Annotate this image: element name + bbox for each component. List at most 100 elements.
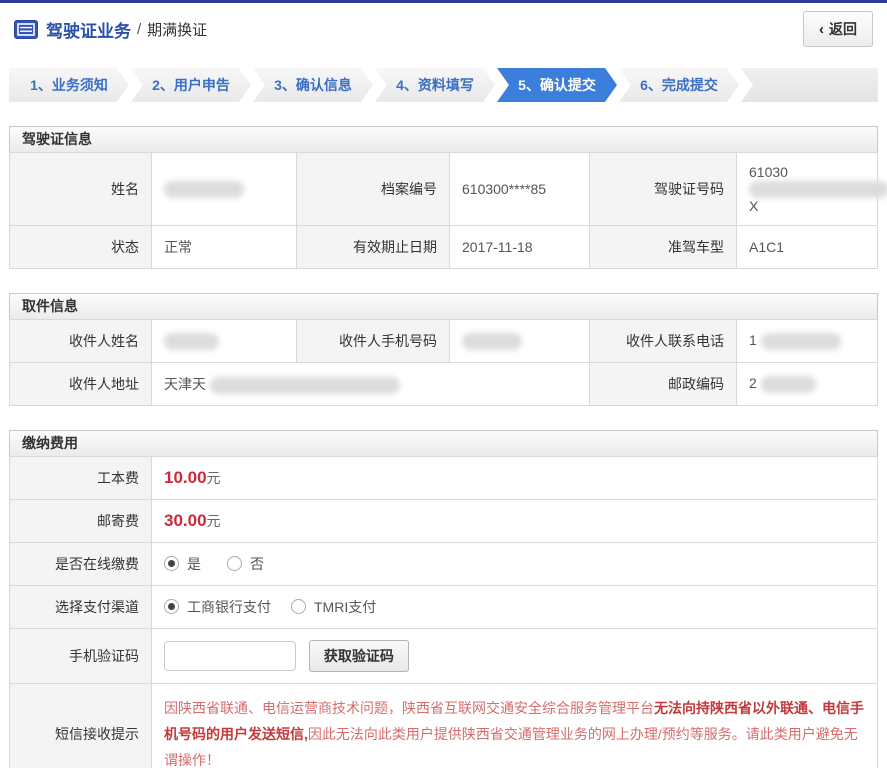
- fees-section-title: 缴纳费用: [9, 429, 878, 456]
- recipient-name-value: [151, 318, 297, 363]
- recipient-address-visible-prefix: 天津天: [164, 375, 206, 392]
- radio-label[interactable]: 工商银行支付: [187, 597, 271, 617]
- redacted-blur: [462, 332, 522, 350]
- notice-part-1: 因陕西省联通、电信运营商技术问题，陕西省互联网交通安全综合服务管理平台: [164, 699, 654, 716]
- fees-section: 缴纳费用 工本费 10.00元 邮寄费 30.00元 是否在线缴费 是 否 选择…: [9, 429, 878, 768]
- recipient-address-value: 天津天: [151, 361, 590, 406]
- sms-code-label: 手机验证码: [9, 627, 152, 684]
- redacted-blur: [760, 375, 816, 393]
- sms-notice-text: 因陕西省联通、电信运营商技术问题，陕西省互联网交通安全综合服务管理平台无法向持陕…: [151, 682, 878, 768]
- name-label: 姓名: [9, 152, 152, 226]
- table-row: 收件人姓名 收件人手机号码 收件人联系电话 1: [9, 318, 878, 363]
- pickup-info-table: 收件人姓名 收件人手机号码 收件人联系电话 1 收件人地址 天津天 邮政编码 2: [9, 318, 878, 406]
- online-payment-options: 是 否: [151, 541, 878, 586]
- license-number-label: 驾驶证号码: [589, 152, 737, 226]
- sms-code-row: 获取验证码: [151, 627, 878, 684]
- table-row: 邮寄费 30.00元: [9, 498, 878, 543]
- table-row: 是否在线缴费 是 否: [9, 541, 878, 586]
- expiry-date-label: 有效期止日期: [296, 224, 450, 269]
- production-fee-label: 工本费: [9, 455, 152, 500]
- status-value: 正常: [151, 224, 297, 269]
- postal-code-value: 2: [736, 361, 878, 406]
- page-header: 驾驶证业务 / 期满换证 ‹ 返回: [0, 3, 887, 55]
- sms-notice-label: 短信接收提示: [9, 682, 152, 768]
- vehicle-class-label: 准驾车型: [589, 224, 737, 269]
- breadcrumb-divider: /: [137, 20, 142, 38]
- redacted-blur: [164, 332, 219, 350]
- postal-code-visible-prefix: 2: [749, 374, 757, 391]
- get-sms-code-button[interactable]: 获取验证码: [308, 639, 409, 672]
- production-fee-amount: 10.00: [164, 467, 207, 487]
- recipient-mobile-value: [449, 318, 590, 363]
- table-row: 状态 正常 有效期止日期 2017-11-18 准驾车型 A1C1: [9, 224, 878, 269]
- license-number-visible-suffix: X: [749, 197, 759, 214]
- license-number-value: 61030 X: [736, 152, 887, 226]
- list-icon: [14, 19, 38, 39]
- name-value: [151, 152, 297, 226]
- postal-code-label: 邮政编码: [589, 361, 737, 406]
- radio-channel-tmri[interactable]: TMRI支付: [291, 597, 376, 617]
- recipient-phone-visible-prefix: 1: [749, 331, 757, 348]
- step-3-confirm-info[interactable]: 3、确认信息: [253, 68, 373, 102]
- file-number-value: 610300****85: [449, 152, 590, 226]
- table-row: 工本费 10.00元: [9, 455, 878, 500]
- production-fee-value: 10.00元: [151, 455, 878, 500]
- radio-selected-icon[interactable]: [164, 599, 179, 615]
- fees-table: 工本费 10.00元 邮寄费 30.00元 是否在线缴费 是 否 选择支付渠道 …: [9, 455, 878, 768]
- step-1-business-notice[interactable]: 1、业务须知: [9, 68, 129, 102]
- radio-label[interactable]: 是: [187, 554, 201, 574]
- radio-unselected-icon[interactable]: [227, 556, 242, 572]
- pickup-info-section: 取件信息 收件人姓名 收件人手机号码 收件人联系电话 1 收件人地址 天津天 邮…: [9, 292, 878, 406]
- step-wizard: 1、业务须知 2、用户申告 3、确认信息 4、资料填写 5、确认提交 6、完成提…: [9, 68, 878, 102]
- payment-channel-label: 选择支付渠道: [9, 584, 152, 629]
- table-row: 短信接收提示 因陕西省联通、电信运营商技术问题，陕西省互联网交通安全综合服务管理…: [9, 682, 878, 768]
- online-payment-label: 是否在线缴费: [9, 541, 152, 586]
- recipient-phone-label: 收件人联系电话: [589, 318, 737, 363]
- page-subtitle: 期满换证: [147, 21, 208, 39]
- license-number-visible-prefix: 61030: [749, 164, 788, 180]
- back-button[interactable]: ‹ 返回: [803, 11, 873, 47]
- recipient-mobile-label: 收件人手机号码: [296, 318, 450, 363]
- recipient-phone-value: 1: [736, 318, 878, 363]
- redacted-blur: [209, 376, 400, 394]
- expiry-date-value: 2017-11-18: [449, 224, 590, 269]
- breadcrumb: 驾驶证业务 / 期满换证: [14, 17, 207, 42]
- radio-selected-icon[interactable]: [164, 556, 179, 572]
- postage-fee-value: 30.00元: [151, 498, 878, 543]
- sms-code-input[interactable]: [164, 640, 296, 671]
- step-6-complete-submit[interactable]: 6、完成提交: [619, 68, 739, 102]
- file-number-label: 档案编号: [296, 152, 450, 226]
- back-button-label: 返回: [829, 21, 857, 37]
- recipient-name-label: 收件人姓名: [9, 318, 152, 363]
- step-5-confirm-submit[interactable]: 5、确认提交: [497, 68, 617, 102]
- radio-label[interactable]: TMRI支付: [314, 597, 376, 617]
- payment-channel-options: 工商银行支付 TMRI支付: [151, 584, 878, 629]
- step-bar-filler: [741, 68, 878, 102]
- license-info-table: 姓名 档案编号 610300****85 驾驶证号码 61030 X 状态 正常…: [9, 152, 887, 269]
- license-section-title: 驾驶证信息: [9, 126, 878, 152]
- radio-online-payment-yes[interactable]: 是: [164, 554, 201, 574]
- radio-label[interactable]: 否: [250, 554, 264, 574]
- table-row: 收件人地址 天津天 邮政编码 2: [9, 361, 878, 406]
- redacted-blur: [749, 180, 887, 198]
- table-row: 选择支付渠道 工商银行支付 TMRI支付: [9, 584, 878, 629]
- postage-fee-label: 邮寄费: [9, 498, 152, 543]
- license-info-section: 驾驶证信息 姓名 档案编号 610300****85 驾驶证号码 61030 X…: [9, 126, 887, 269]
- status-label: 状态: [9, 224, 152, 269]
- production-fee-unit: 元: [206, 469, 221, 486]
- back-chevron-icon: ‹: [819, 20, 824, 38]
- recipient-address-label: 收件人地址: [9, 361, 152, 406]
- redacted-blur: [164, 180, 244, 198]
- step-4-fill-materials[interactable]: 4、资料填写: [375, 68, 495, 102]
- radio-unselected-icon[interactable]: [291, 599, 306, 615]
- radio-online-payment-no[interactable]: 否: [227, 554, 264, 574]
- redacted-blur: [760, 332, 841, 350]
- step-2-user-declaration[interactable]: 2、用户申告: [131, 68, 251, 102]
- vehicle-class-value: A1C1: [736, 224, 878, 269]
- postage-fee-amount: 30.00: [164, 510, 207, 530]
- table-row: 姓名 档案编号 610300****85 驾驶证号码 61030 X: [9, 152, 887, 226]
- pickup-section-title: 取件信息: [9, 292, 878, 319]
- radio-channel-icbc[interactable]: 工商银行支付: [164, 597, 271, 617]
- page-title: 驾驶证业务: [46, 21, 131, 41]
- table-row: 手机验证码 获取验证码: [9, 627, 878, 684]
